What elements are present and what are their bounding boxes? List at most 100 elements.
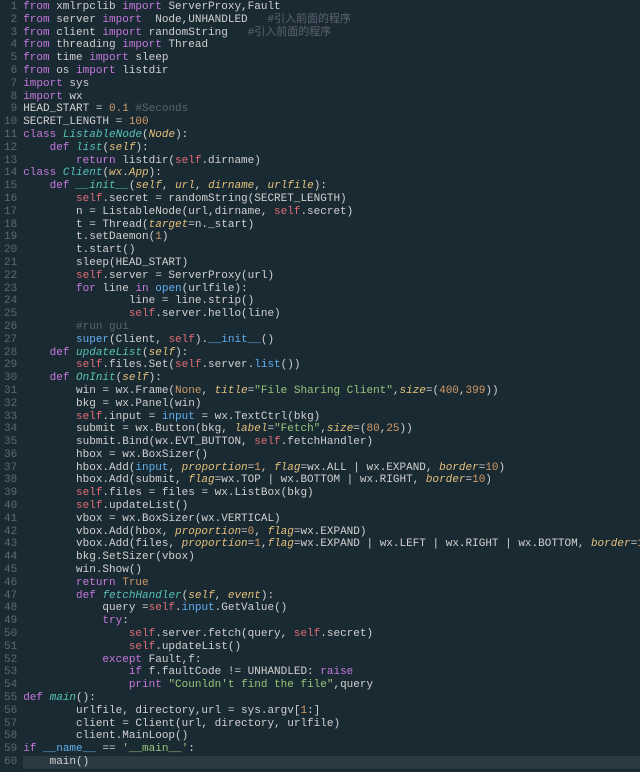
token (23, 679, 129, 691)
token: client.MainLoop() (23, 730, 188, 742)
token: , (393, 385, 400, 397)
code-line: from time import sleep (23, 52, 640, 65)
code-line: vbox = wx.BoxSizer(wx.VERTICAL) (23, 513, 640, 526)
token: .files = files = wx.ListBox(bkg) (102, 487, 313, 499)
token: .server.hello(line) (155, 308, 280, 320)
token: "Fetch" (274, 423, 320, 435)
token: , (459, 385, 466, 397)
token: self (168, 334, 194, 346)
token: .fetchHandler) (281, 436, 373, 448)
token: ( (142, 129, 149, 141)
token: =( (426, 385, 439, 397)
token (23, 666, 129, 678)
token: proportion (175, 526, 241, 538)
code-line: SECRET_LENGTH = 100 (23, 116, 640, 129)
token (23, 641, 129, 653)
code-line: client = Client(url, directory, urlfile) (23, 718, 640, 731)
token: listdir( (116, 155, 175, 167)
token: Node,UNHANDLED (142, 14, 267, 26)
token: "Counldn't find the file" (168, 679, 333, 691)
token: ): (149, 167, 162, 179)
token: import (102, 14, 142, 26)
token: import (23, 78, 63, 90)
token (23, 142, 49, 154)
token: url (175, 180, 195, 192)
code-line: try: (23, 615, 640, 628)
token (23, 347, 49, 359)
token: 1 (254, 538, 261, 550)
token: border (591, 538, 631, 550)
token: line = line.strip() (23, 295, 254, 307)
token: :] (307, 705, 320, 717)
token (43, 692, 50, 704)
token: self (76, 500, 102, 512)
code-line: return True (23, 577, 640, 590)
token: self (175, 155, 201, 167)
code-content: from xmlrpclib import ServerProxy,Faultf… (23, 0, 640, 770)
code-line: win.Show() (23, 564, 640, 577)
token: border (426, 474, 466, 486)
token: App (129, 167, 149, 179)
token: self (122, 372, 148, 384)
token: self (76, 270, 102, 282)
token: ): (314, 180, 327, 192)
code-line: def fetchHandler(self, event): (23, 590, 640, 603)
token: if (129, 666, 142, 678)
token: try (102, 615, 122, 627)
token: n = ListableNode(url,dirname, (23, 206, 274, 218)
token (23, 180, 49, 192)
token: () (261, 334, 274, 346)
token (23, 334, 76, 346)
token: urlfile (268, 180, 314, 192)
token: "File Sharing Client" (254, 385, 393, 397)
token: self (254, 436, 280, 448)
token: ,query (333, 679, 373, 691)
token: for (76, 283, 96, 295)
token: '__main__' (122, 743, 188, 755)
token: server (50, 14, 103, 26)
token: =wx.EXPAND | wx.LEFT | wx.RIGHT | wx.BOT… (294, 538, 591, 550)
token: == (96, 743, 122, 755)
code-line: bkg = wx.Panel(win) (23, 398, 640, 411)
token: ( (142, 347, 149, 359)
token (23, 359, 76, 371)
code-line: self.server.hello(line) (23, 308, 640, 321)
code-line: vbox.Add(files, proportion=1,flag=wx.EXP… (23, 538, 640, 551)
token: self (274, 206, 300, 218)
code-line: n = ListableNode(url,dirname, self.secre… (23, 206, 640, 219)
code-line: super(Client, self).__init__() (23, 334, 640, 347)
code-line: self.files.Set(self.server.list()) (23, 359, 640, 372)
code-line: from client import randomString #引入前面的程序 (23, 27, 640, 40)
code-line: self.secret = randomString(SECRET_LENGTH… (23, 193, 640, 206)
token: query = (23, 602, 148, 614)
token: .server = ServerProxy(url) (102, 270, 274, 282)
token (23, 372, 49, 384)
token: updateList (76, 347, 142, 359)
token: .updateList() (155, 641, 241, 653)
token: None (175, 385, 201, 397)
code-line: def list(self): (23, 142, 640, 155)
code-line: for line in open(urlfile): (23, 283, 640, 296)
token: SECRET_LENGTH = (23, 116, 129, 128)
token: =( (353, 423, 366, 435)
token: 400 (439, 385, 459, 397)
token: raise (320, 666, 353, 678)
code-line: print "Counldn't find the file",query (23, 679, 640, 692)
token: label (234, 423, 267, 435)
token: Fault,f: (142, 654, 201, 666)
token: : (122, 615, 129, 627)
code-line: submit.Bind(wx.EVT_BUTTON, self.fetchHan… (23, 436, 640, 449)
code-line: self.server = ServerProxy(url) (23, 270, 640, 283)
code-line: self.files = files = wx.ListBox(bkg) (23, 487, 640, 500)
token: bkg.SetSizer(vbox) (23, 551, 195, 563)
token: .input = (102, 411, 161, 423)
token (23, 654, 102, 666)
token: 399 (466, 385, 486, 397)
token: win.Show() (23, 564, 142, 576)
token: Client (63, 167, 103, 179)
code-line: self.updateList() (23, 641, 640, 654)
token: .server. (201, 359, 254, 371)
code-line: bkg.SetSizer(vbox) (23, 551, 640, 564)
token (23, 308, 129, 320)
token: def (50, 142, 70, 154)
